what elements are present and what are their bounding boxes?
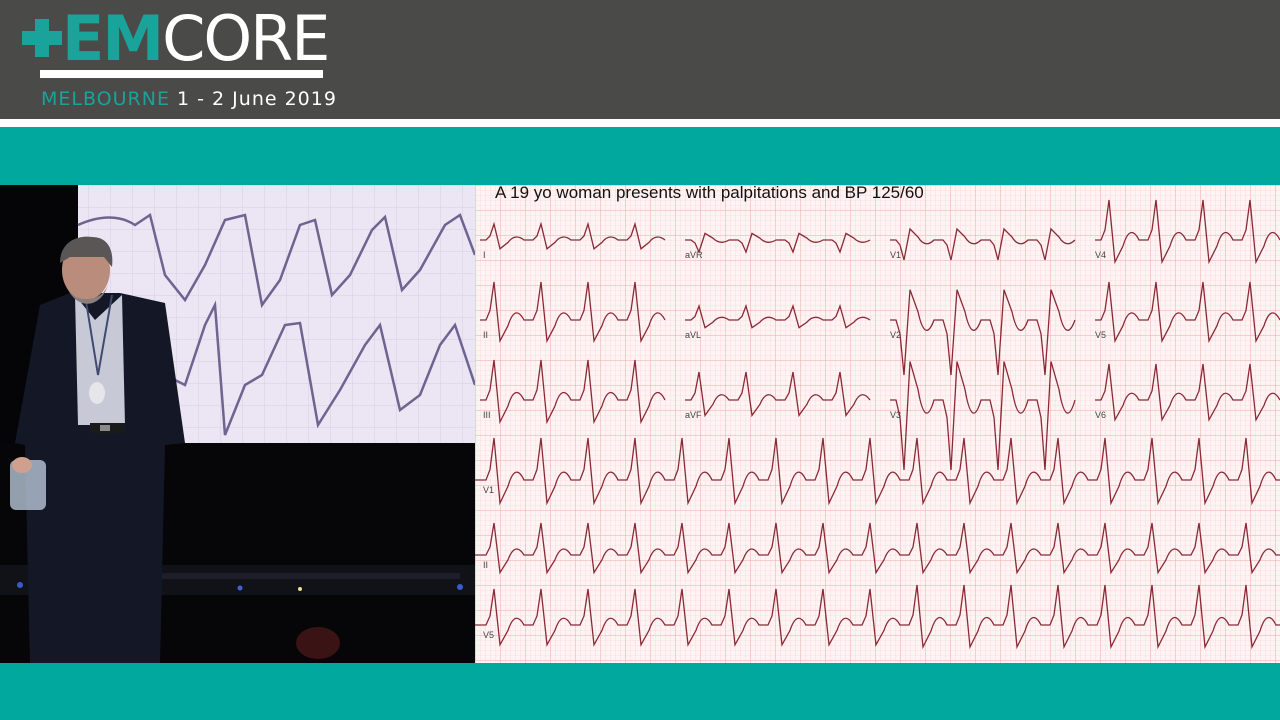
- lead-label: I: [483, 250, 486, 260]
- header-bar: EMCORE MELBOURNE 1 - 2 June 2019: [0, 0, 1280, 119]
- teal-band-bottom: [0, 663, 1280, 720]
- logo-em: EM: [62, 2, 164, 75]
- emcore-logo: EMCORE: [22, 4, 330, 74]
- lead-label: V5: [1095, 330, 1107, 340]
- lead-label: II: [483, 330, 489, 340]
- logo-text: EMCORE: [62, 8, 330, 70]
- logo-underline: [40, 70, 323, 78]
- event-city: MELBOURNE: [41, 88, 170, 110]
- ecg-slide: A 19 yo woman presents with palpitations…: [475, 185, 1280, 663]
- lead-label: aVF: [685, 410, 702, 420]
- lead-label: V3: [890, 410, 902, 420]
- lead-label: II: [483, 560, 489, 570]
- plus-icon: [22, 9, 62, 69]
- speaker-video: [0, 185, 475, 663]
- lead-label: aVR: [685, 250, 703, 260]
- header-divider: [0, 119, 1280, 127]
- event-info: MELBOURNE 1 - 2 June 2019: [41, 88, 337, 110]
- lead-label: V1: [483, 485, 495, 495]
- ecg-tracing: [475, 185, 1280, 663]
- event-date: 1 - 2 June 2019: [177, 88, 337, 110]
- lead-label: V5: [483, 630, 495, 640]
- logo-core: CORE: [162, 2, 330, 75]
- lead-label: V2: [890, 330, 902, 340]
- teal-band-top: [0, 127, 1280, 185]
- lead-label: V6: [1095, 410, 1107, 420]
- lead-label: aVL: [685, 330, 702, 340]
- stage-scene: [0, 185, 475, 663]
- slide-title: A 19 yo woman presents with palpitations…: [495, 185, 924, 202]
- lead-label: V1: [890, 250, 902, 260]
- lead-label: V4: [1095, 250, 1107, 260]
- lead-label: III: [483, 410, 491, 420]
